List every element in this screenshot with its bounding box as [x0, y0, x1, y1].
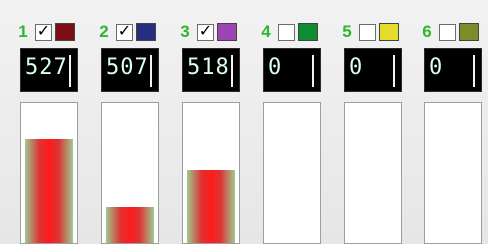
channel-number: 4	[261, 22, 271, 41]
channel-level-fill	[25, 139, 73, 243]
channel-3-header: 3 ✓	[176, 22, 258, 42]
channel-enable-checkbox[interactable]	[278, 23, 295, 41]
channel-value-display: 0	[344, 48, 402, 92]
channel-number: 1	[18, 22, 28, 41]
check-icon: ✓	[36, 23, 51, 40]
channel-number: 6	[422, 22, 432, 41]
channel-level-meter	[424, 102, 482, 244]
channel-enable-checkbox[interactable]: ✓	[197, 23, 214, 41]
channel-number: 5	[342, 22, 352, 41]
channel-number: 3	[180, 22, 190, 41]
channel-level-fill	[187, 170, 235, 243]
channel-4-header: 4	[257, 22, 339, 42]
channel-level-meter	[20, 102, 78, 244]
channel-1-header: 1 ✓	[14, 22, 96, 42]
channel-value: 0	[429, 55, 444, 80]
channel-value-display: 0	[424, 48, 482, 92]
channel-color-swatch[interactable]	[136, 23, 156, 41]
channel-enable-checkbox[interactable]: ✓	[116, 23, 133, 41]
channel-enable-checkbox[interactable]	[359, 23, 376, 41]
channel-2: 2 ✓ 507	[95, 0, 177, 244]
channel-level-meter	[182, 102, 240, 244]
channel-value: 0	[268, 55, 283, 80]
channel-4: 4 0	[257, 0, 339, 244]
channel-value-display: 518	[182, 48, 240, 92]
channel-6: 6 0	[418, 0, 488, 244]
channel-level-fill	[106, 206, 154, 243]
channel-3: 3 ✓ 518	[176, 0, 258, 244]
channel-color-swatch[interactable]	[459, 23, 479, 41]
channel-value: 0	[349, 55, 364, 80]
channel-2-header: 2 ✓	[95, 22, 177, 42]
channel-number: 2	[99, 22, 109, 41]
channel-color-swatch[interactable]	[55, 23, 75, 41]
channel-value: 527	[25, 55, 68, 80]
channel-enable-checkbox[interactable]: ✓	[35, 23, 52, 41]
channel-color-swatch[interactable]	[217, 23, 237, 41]
channel-5-header: 5	[338, 22, 420, 42]
channel-value: 507	[106, 55, 149, 80]
channel-level-meter	[263, 102, 321, 244]
channel-value-display: 0	[263, 48, 321, 92]
channel-1: 1 ✓ 527	[14, 0, 96, 244]
channel-enable-checkbox[interactable]	[439, 23, 456, 41]
channel-color-swatch[interactable]	[298, 23, 318, 41]
channel-5: 5 0	[338, 0, 420, 244]
channel-value-display: 507	[101, 48, 159, 92]
channel-value: 518	[187, 55, 230, 80]
channel-color-swatch[interactable]	[379, 23, 399, 41]
channel-panel: 1 ✓ 527 2 ✓ 507 3 ✓ 518 4 0 5 0 6 0	[0, 0, 488, 244]
check-icon: ✓	[198, 23, 213, 40]
channel-level-meter	[101, 102, 159, 244]
channel-value-display: 527	[20, 48, 78, 92]
channel-level-meter	[344, 102, 402, 244]
channel-6-header: 6	[418, 22, 488, 42]
check-icon: ✓	[117, 23, 132, 40]
